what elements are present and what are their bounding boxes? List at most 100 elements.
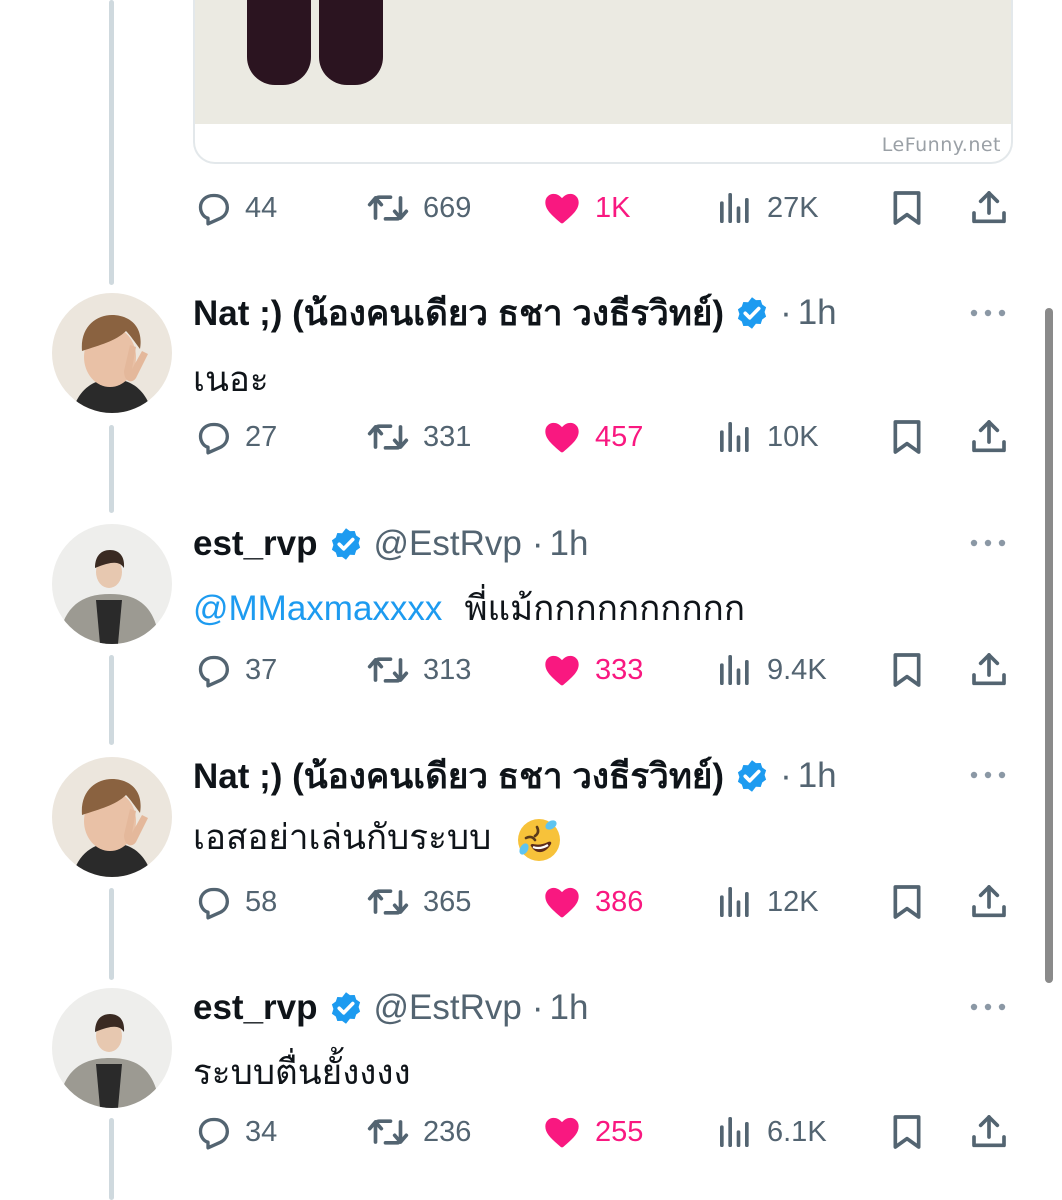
views-button[interactable]: 10K <box>715 412 819 462</box>
like-count: 1K <box>595 191 631 224</box>
retweet-button[interactable]: 669 <box>365 183 471 233</box>
reply-button[interactable]: 37 <box>193 645 277 695</box>
share-icon <box>972 653 1006 686</box>
timestamp[interactable]: 1h <box>550 988 589 1028</box>
share-button[interactable] <box>969 1107 1009 1157</box>
display-name[interactable]: Nat ;) (น้องคนเดียว ธชา วงธีรวิทย์) <box>193 749 724 804</box>
reply-count: 37 <box>245 653 278 686</box>
handle[interactable]: @EstRvp <box>374 988 522 1028</box>
avatar[interactable] <box>52 757 172 877</box>
like-button[interactable]: 457 <box>541 412 643 462</box>
thread-connector <box>109 1118 114 1200</box>
analytics-icon <box>720 655 749 685</box>
bookmark-button[interactable] <box>887 412 927 462</box>
reply-button[interactable]: 44 <box>193 183 277 233</box>
views-button[interactable]: 12K <box>715 877 819 927</box>
like-button[interactable]: 333 <box>541 645 643 695</box>
separator-dot: · <box>780 293 792 332</box>
tweet-actions: 44 669 1K 27K <box>193 183 1013 233</box>
like-count: 457 <box>595 420 644 453</box>
separator-dot: · <box>780 756 792 795</box>
tweet-actions: 37 313 333 9.4K <box>193 645 1013 695</box>
reply-button[interactable]: 58 <box>193 877 277 927</box>
bookmark-button[interactable] <box>887 645 927 695</box>
bookmark-icon <box>893 1115 921 1149</box>
display-name[interactable]: est_rvp <box>193 524 318 564</box>
like-count: 255 <box>595 1115 644 1148</box>
share-button[interactable] <box>969 183 1009 233</box>
tweet-text: เนอะ <box>193 352 269 407</box>
reply-icon <box>198 887 229 920</box>
share-icon <box>972 191 1006 224</box>
retweet-icon <box>367 195 409 221</box>
avatar[interactable] <box>52 988 172 1108</box>
views-count: 10K <box>767 420 819 453</box>
views-count: 27K <box>767 191 819 224</box>
timestamp[interactable]: 1h <box>550 524 589 564</box>
verified-badge-icon <box>331 992 360 1024</box>
verified-badge-icon <box>737 297 767 329</box>
avatar-photo <box>52 524 172 644</box>
tweet-media-image[interactable]: LeFunny.net <box>193 0 1013 164</box>
mention-link[interactable]: @MMaxmaxxxx <box>193 589 442 628</box>
more-options-icon[interactable] <box>968 767 1008 783</box>
avatar[interactable] <box>52 524 172 644</box>
bookmark-button[interactable] <box>887 877 927 927</box>
retweet-button[interactable]: 331 <box>365 412 471 462</box>
media-photo: LeFunny.net <box>195 0 1011 162</box>
share-button[interactable] <box>969 645 1009 695</box>
reply-count: 34 <box>245 1115 278 1148</box>
reply-button[interactable]: 34 <box>193 1107 277 1157</box>
display-name[interactable]: est_rvp <box>193 988 318 1028</box>
avatar-photo <box>52 757 172 877</box>
more-options-icon[interactable] <box>968 535 1008 551</box>
share-icon <box>972 420 1006 453</box>
tweet-header: est_rvp @EstRvp · 1h <box>193 984 588 1032</box>
heart-filled-icon <box>545 193 579 224</box>
avatar-photo <box>52 988 172 1108</box>
like-count: 386 <box>595 885 644 918</box>
share-button[interactable] <box>969 877 1009 927</box>
separator-dot: · <box>531 988 544 1027</box>
tweet-text: ระบบตื่นยั้งงงง <box>193 1045 411 1100</box>
retweet-icon <box>367 657 409 683</box>
views-button[interactable]: 6.1K <box>715 1107 827 1157</box>
views-count: 12K <box>767 885 819 918</box>
thread-connector <box>109 0 114 285</box>
tweet-body: เอสอย่าเล่นกับระบบ <box>193 818 492 857</box>
share-icon <box>972 885 1006 918</box>
tweet-body: เนอะ <box>193 360 269 399</box>
tweet-header: Nat ;) (น้องคนเดียว ธชา วงธีรวิทย์) · 1h <box>193 289 837 337</box>
views-count: 9.4K <box>767 653 827 686</box>
analytics-icon <box>720 193 749 223</box>
timestamp[interactable]: 1h <box>798 756 837 796</box>
reply-icon <box>198 655 229 688</box>
like-button[interactable]: 1K <box>541 183 630 233</box>
handle[interactable]: @EstRvp <box>374 524 522 564</box>
like-count: 333 <box>595 653 644 686</box>
scrollbar[interactable] <box>1045 308 1053 983</box>
retweet-button[interactable]: 236 <box>365 1107 471 1157</box>
bookmark-icon <box>893 653 921 687</box>
retweet-button[interactable]: 365 <box>365 877 471 927</box>
views-button[interactable]: 9.4K <box>715 645 827 695</box>
retweet-icon <box>367 424 409 450</box>
like-button[interactable]: 255 <box>541 1107 643 1157</box>
avatar[interactable] <box>52 293 172 413</box>
more-options-icon[interactable] <box>968 305 1008 321</box>
bookmark-button[interactable] <box>887 183 927 233</box>
reply-button[interactable]: 27 <box>193 412 277 462</box>
analytics-icon <box>720 422 749 452</box>
like-button[interactable]: 386 <box>541 877 643 927</box>
display-name[interactable]: Nat ;) (น้องคนเดียว ธชา วงธีรวิทย์) <box>193 286 724 341</box>
thread-connector <box>109 425 114 513</box>
retweet-count: 236 <box>423 1115 472 1148</box>
media-figure <box>247 0 311 85</box>
bookmark-button[interactable] <box>887 1107 927 1157</box>
retweet-button[interactable]: 313 <box>365 645 471 695</box>
bookmark-icon <box>893 420 921 454</box>
more-options-icon[interactable] <box>968 999 1008 1015</box>
timestamp[interactable]: 1h <box>798 293 837 333</box>
views-button[interactable]: 27K <box>715 183 819 233</box>
share-button[interactable] <box>969 412 1009 462</box>
